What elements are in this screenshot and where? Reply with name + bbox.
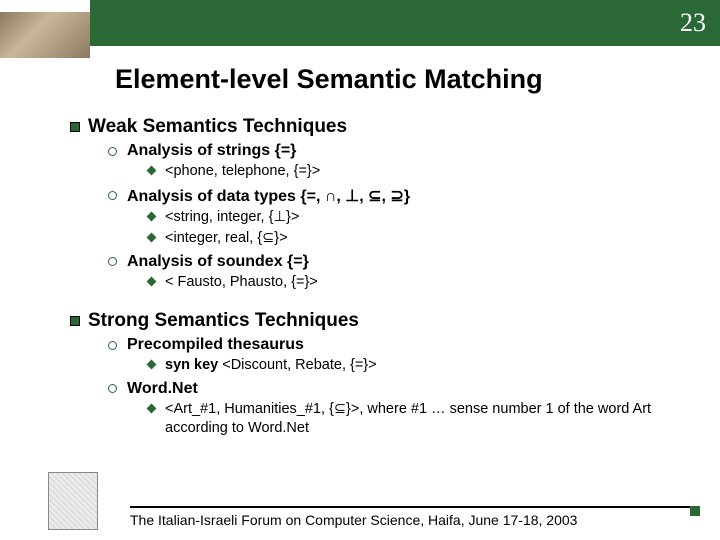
header-bar: 23 <box>90 0 720 46</box>
circle-bullet-icon <box>108 147 117 156</box>
item-label: Word.Net <box>127 380 198 398</box>
sub-rest: <Discount, Rebate, {=}> <box>218 357 376 373</box>
list-item: Precompiled thesaurus <box>108 336 680 354</box>
sub-label: <Art_#1, Humanities_#1, {⊆}>, where #1 …… <box>165 400 680 439</box>
list-item: Word.Net <box>108 380 680 398</box>
diamond-bullet-icon <box>147 276 157 286</box>
institution-logo <box>48 472 98 530</box>
item-label: Precompiled thesaurus <box>127 336 304 354</box>
diamond-bullet-icon <box>147 360 157 370</box>
diamond-bullet-icon <box>147 403 157 413</box>
keyword: syn key <box>165 357 218 373</box>
footer-accent-icon <box>690 506 700 516</box>
sub-label: < Fausto, Phausto, {=}> <box>165 273 318 293</box>
square-bullet-icon <box>70 122 80 132</box>
section-heading: Strong Semantics Techniques <box>70 310 680 332</box>
circle-bullet-icon <box>108 341 117 350</box>
diamond-bullet-icon <box>147 211 157 221</box>
sub-label: syn key <Discount, Rebate, {=}> <box>165 356 377 376</box>
section-label: Strong Semantics Techniques <box>88 310 359 332</box>
circle-bullet-icon <box>108 384 117 393</box>
diamond-bullet-icon <box>147 166 157 176</box>
circle-bullet-icon <box>108 257 117 266</box>
sub-item: syn key <Discount, Rebate, {=}> <box>148 356 680 376</box>
item-label: Analysis of strings {=} <box>127 142 296 160</box>
sub-item: <string, integer, {⊥}> <box>148 208 680 228</box>
square-bullet-icon <box>70 316 80 326</box>
item-label: Analysis of soundex {=} <box>127 253 309 271</box>
sub-item: <integer, real, {⊆}> <box>148 229 680 249</box>
footer-divider <box>130 506 700 508</box>
sub-label: <integer, real, {⊆}> <box>165 229 288 249</box>
circle-bullet-icon <box>108 191 117 200</box>
item-label: Analysis of data types {=, ∩, ⊥, ⊆, ⊇} <box>127 186 410 206</box>
header-image <box>0 12 90 58</box>
section-heading: Weak Semantics Techniques <box>70 116 680 138</box>
list-item: Analysis of soundex {=} <box>108 253 680 271</box>
slide-header: 23 <box>0 0 720 60</box>
page-number: 23 <box>680 8 706 38</box>
diamond-bullet-icon <box>147 233 157 243</box>
slide-content: Weak Semantics Techniques Analysis of st… <box>70 110 680 441</box>
section-label: Weak Semantics Techniques <box>88 116 347 138</box>
sub-item: <Art_#1, Humanities_#1, {⊆}>, where #1 …… <box>148 400 680 439</box>
slide-title: Element-level Semantic Matching <box>115 64 543 95</box>
list-item: Analysis of data types {=, ∩, ⊥, ⊆, ⊇} <box>108 186 680 206</box>
sub-item: < Fausto, Phausto, {=}> <box>148 273 680 293</box>
list-item: Analysis of strings {=} <box>108 142 680 160</box>
sub-label: <phone, telephone, {=}> <box>165 162 320 182</box>
sub-label: <string, integer, {⊥}> <box>165 208 299 228</box>
footer-text: The Italian-Israeli Forum on Computer Sc… <box>130 512 577 528</box>
slide-footer: The Italian-Israeli Forum on Computer Sc… <box>130 506 700 528</box>
sub-item: <phone, telephone, {=}> <box>148 162 680 182</box>
